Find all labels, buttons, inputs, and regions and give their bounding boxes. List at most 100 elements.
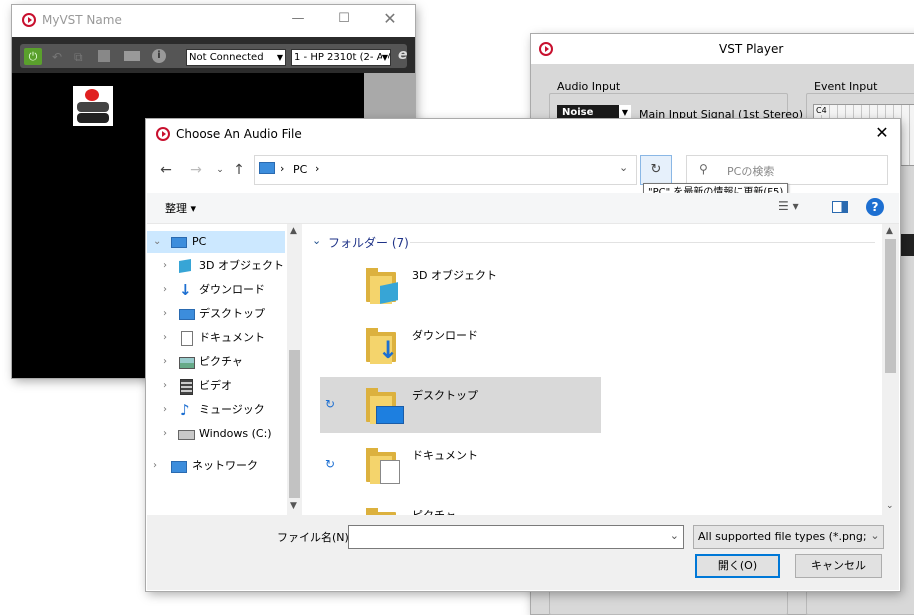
tree-item-label: ミュージック: [199, 403, 265, 416]
tree-item-drive-c[interactable]: › Windows (C:): [147, 423, 287, 445]
desktop-icon: [179, 309, 195, 320]
tree-scrollbar[interactable]: ▲ ▼: [287, 224, 302, 515]
close-button[interactable]: ✕: [874, 125, 890, 141]
scroll-down-icon[interactable]: ▼: [290, 501, 297, 511]
tree-scrollbar-thumb[interactable]: [289, 350, 300, 498]
folder-item-documents[interactable]: ↻ ドキュメント: [320, 437, 601, 493]
event-input-label: Event Input: [812, 80, 880, 93]
document-overlay-icon: [380, 460, 400, 484]
note-label: C4: [816, 106, 827, 115]
search-box[interactable]: ⚲ PCの検索: [686, 155, 888, 185]
dropdown-arrow-icon: ▼: [276, 53, 283, 62]
back-arrow-icon[interactable]: ←: [157, 161, 175, 179]
close-button[interactable]: ✕: [382, 11, 398, 27]
info-icon[interactable]: i: [152, 49, 166, 63]
folders-group-header[interactable]: フォルダー (7): [328, 234, 409, 251]
tree-item-network[interactable]: › ネットワーク: [147, 455, 287, 477]
document-icon: [181, 331, 193, 346]
tree-item-3d-objects[interactable]: › 3D オブジェクト: [147, 255, 287, 277]
copy-icon[interactable]: ⧉: [74, 50, 83, 65]
pc-icon: [171, 237, 187, 248]
sync-icon: ↻: [325, 397, 336, 411]
connection-select-value: Not Connected: [189, 52, 264, 63]
scroll-up-icon[interactable]: ▲: [290, 226, 297, 236]
maximize-button[interactable]: ☐: [336, 11, 352, 27]
filename-input[interactable]: ⌄: [348, 525, 684, 549]
tree-collapsed-chevron-icon[interactable]: ›: [163, 279, 167, 301]
refresh-button[interactable]: ↻: [640, 155, 672, 185]
scroll-down-icon[interactable]: ⌄: [886, 501, 894, 511]
address-bar[interactable]: › PC › ⌄: [254, 155, 637, 185]
audio-input-label: Audio Input: [555, 80, 623, 93]
tree-item-music[interactable]: › ♪ ミュージック: [147, 399, 287, 421]
tree-collapsed-chevron-icon[interactable]: ›: [163, 351, 167, 373]
tree-collapsed-chevron-icon[interactable]: ›: [163, 399, 167, 421]
minimize-button[interactable]: —: [290, 11, 306, 27]
sync-icon: ↻: [325, 457, 336, 471]
address-dropdown-icon[interactable]: ⌄: [619, 161, 628, 174]
app-logo-icon: [156, 127, 170, 141]
myvst-left-panel: [12, 73, 62, 378]
e-label: e: [398, 47, 408, 63]
file-list-scrollbar-thumb[interactable]: [885, 239, 896, 373]
open-folder-icon[interactable]: [124, 51, 140, 61]
folder-item-desktop[interactable]: ↻ デスクトップ: [320, 377, 601, 433]
file-list-scrollbar[interactable]: ▲ ⌄: [882, 224, 899, 515]
save-icon[interactable]: [98, 50, 110, 62]
breadcrumb-pc[interactable]: PC: [293, 163, 307, 176]
folder-icon: [366, 448, 400, 484]
tree-item-label: Windows (C:): [199, 427, 272, 440]
record-knob-icon[interactable]: [73, 86, 113, 126]
tree-item-documents[interactable]: › ドキュメント: [147, 327, 287, 349]
recent-chevron-icon[interactable]: ⌄: [211, 161, 229, 179]
3d-objects-overlay-icon: [380, 282, 398, 304]
folder-item-pictures[interactable]: ピクチャ: [320, 497, 601, 515]
myvst-titlebar: MyVST Name — ☐ ✕: [12, 5, 415, 35]
folder-icon: [366, 388, 404, 424]
tree-item-downloads[interactable]: › ↓ ダウンロード: [147, 279, 287, 301]
tree-item-desktop[interactable]: › デスクトップ: [147, 303, 287, 325]
connection-select[interactable]: Not Connected ▼: [186, 49, 286, 66]
device-select[interactable]: 1 - HP 2310t (2- AMD ▼: [291, 49, 391, 66]
filetype-dropdown-icon: ⌄: [867, 526, 883, 548]
tree-item-videos[interactable]: › ビデオ: [147, 375, 287, 397]
filetype-select[interactable]: All supported file types (*.png;* ⌄: [693, 525, 884, 549]
pictures-icon: [179, 357, 195, 369]
tree-collapsed-chevron-icon[interactable]: ›: [163, 255, 167, 277]
tree-collapsed-chevron-icon[interactable]: ›: [163, 423, 167, 445]
tree-collapsed-chevron-icon[interactable]: ›: [163, 303, 167, 325]
tree-item-label: ダウンロード: [199, 283, 265, 296]
folder-item-downloads[interactable]: ↓ ダウンロード: [320, 317, 601, 373]
open-button[interactable]: 開く(O): [695, 554, 780, 578]
tree-item-pictures[interactable]: › ピクチャ: [147, 351, 287, 373]
preview-pane-icon[interactable]: [832, 201, 848, 213]
tree-collapsed-chevron-icon[interactable]: ›: [153, 455, 157, 477]
tree-item-label: デスクトップ: [199, 307, 265, 320]
tree-item-label: ドキュメント: [199, 331, 265, 344]
dialog-title: Choose An Audio File: [176, 127, 302, 141]
tree-collapsed-chevron-icon[interactable]: ›: [163, 327, 167, 349]
folders-group-chevron-icon[interactable]: ⌄: [312, 234, 321, 247]
vst-player-title: VST Player: [719, 42, 784, 56]
forward-arrow-icon[interactable]: →: [187, 161, 205, 179]
folder-name: ドキュメント: [412, 449, 478, 462]
filename-dropdown-icon[interactable]: ⌄: [670, 529, 679, 542]
help-icon[interactable]: ?: [866, 198, 884, 216]
tree-expanded-chevron-icon[interactable]: ⌄: [153, 231, 161, 253]
myvst-title: MyVST Name: [42, 13, 122, 27]
folder-name: 3D オブジェクト: [412, 269, 497, 282]
power-button[interactable]: ⏻: [24, 48, 42, 65]
undo-icon[interactable]: ↶: [52, 50, 62, 64]
tree-collapsed-chevron-icon[interactable]: ›: [163, 375, 167, 397]
tree-item-pc[interactable]: ⌄ PC: [147, 231, 285, 253]
up-arrow-icon[interactable]: ↑: [230, 161, 248, 179]
cancel-button[interactable]: キャンセル: [795, 554, 882, 578]
filetype-value: All supported file types (*.png;*: [698, 530, 873, 543]
3d-objects-icon: [179, 258, 191, 274]
folder-item-3d-objects[interactable]: 3D オブジェクト: [320, 257, 601, 313]
drive-icon: [178, 430, 195, 440]
folder-name: デスクトップ: [412, 389, 478, 402]
view-options-icon[interactable]: ☰ ▾: [778, 199, 799, 213]
organize-menu[interactable]: 整理 ▾: [165, 200, 196, 216]
scroll-up-icon[interactable]: ▲: [886, 226, 893, 236]
